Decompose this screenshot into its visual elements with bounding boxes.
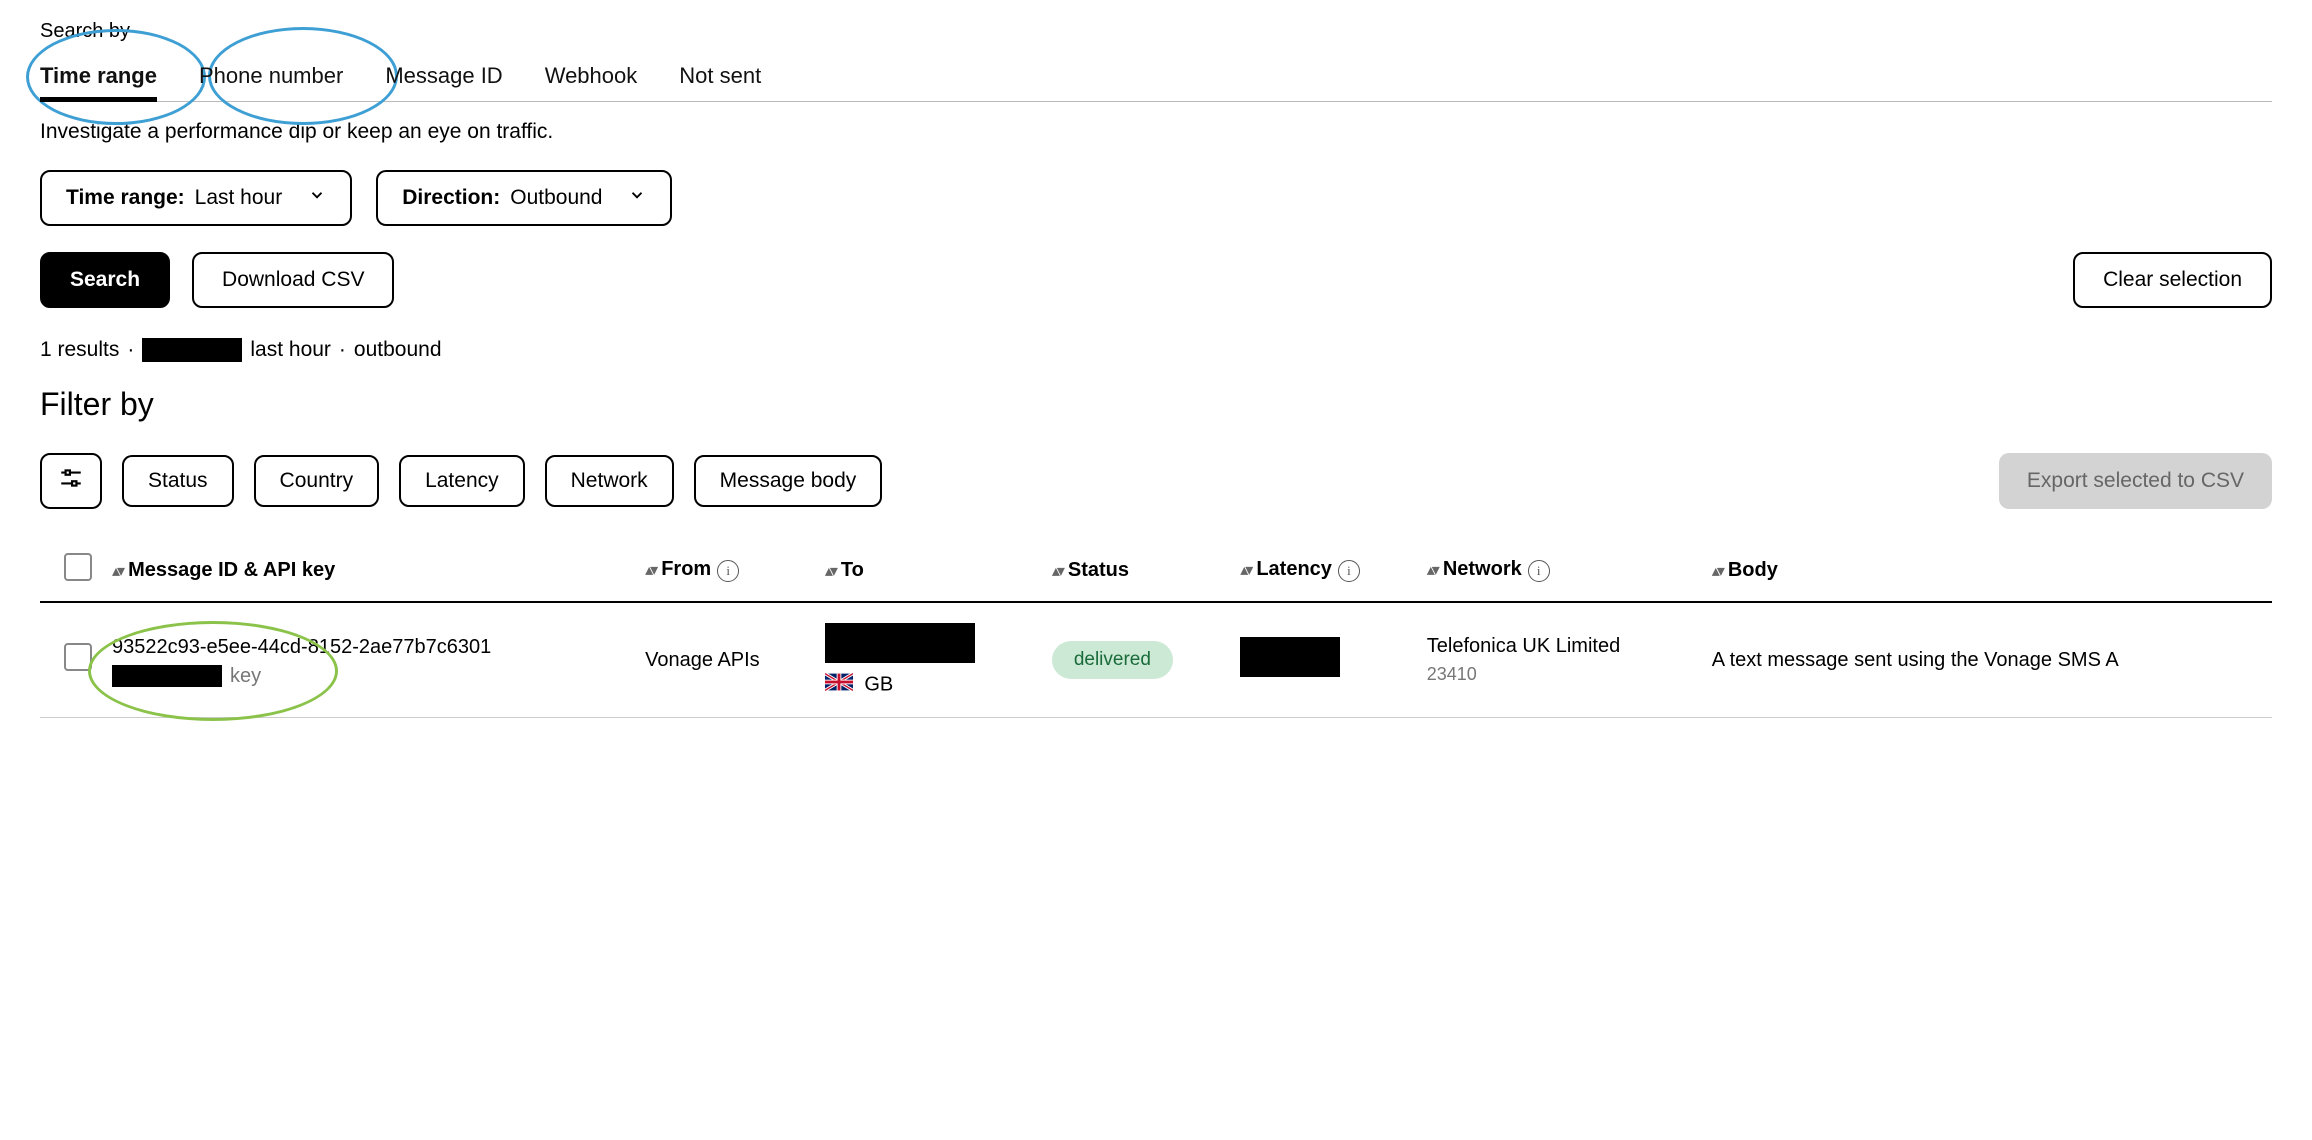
tab-not-sent[interactable]: Not sent xyxy=(679,51,761,101)
results-count: 1 results xyxy=(40,338,119,362)
separator: · xyxy=(339,338,346,362)
tab-message-id[interactable]: Message ID xyxy=(385,51,502,101)
results-summary: 1 results · last hour · outbound xyxy=(40,338,2272,362)
tab-phone-number[interactable]: Phone number xyxy=(199,51,343,101)
col-from[interactable]: ▴▾Fromi xyxy=(635,539,815,602)
message-id-value[interactable]: 93522c93-e5ee-44cd-8152-2ae77b7c6301 xyxy=(112,633,625,661)
redacted-box xyxy=(825,623,975,663)
row-checkbox[interactable] xyxy=(64,643,92,671)
direction-label: Direction: xyxy=(402,186,500,210)
body-value: A text message sent using the Vonage SMS… xyxy=(1702,602,2272,718)
time-range-value: Last hour xyxy=(195,186,283,210)
search-tabs: Time range Phone number Message ID Webho… xyxy=(40,51,2272,102)
clear-selection-button[interactable]: Clear selection xyxy=(2073,252,2272,308)
tab-time-range[interactable]: Time range xyxy=(40,51,157,101)
flag-gb-icon xyxy=(825,673,853,697)
filter-latency[interactable]: Latency xyxy=(399,455,525,507)
col-status[interactable]: ▴▾Status xyxy=(1042,539,1230,602)
from-value: Vonage APIs xyxy=(635,602,815,718)
direction-dropdown[interactable]: Direction: Outbound xyxy=(376,170,672,226)
download-csv-button[interactable]: Download CSV xyxy=(192,252,394,308)
table-row: 93522c93-e5ee-44cd-8152-2ae77b7c6301 key… xyxy=(40,602,2272,718)
export-selected-button[interactable]: Export selected to CSV xyxy=(1999,453,2272,509)
filter-controls: Time range: Last hour Direction: Outboun… xyxy=(40,170,2272,226)
network-value: Telefonica UK Limited xyxy=(1427,633,1692,660)
tab-webhook[interactable]: Webhook xyxy=(545,51,638,101)
filter-status[interactable]: Status xyxy=(122,455,234,507)
select-all-checkbox[interactable] xyxy=(64,553,92,581)
network-code: 23410 xyxy=(1427,662,1692,686)
time-range-label: Time range: xyxy=(66,186,185,210)
filter-network[interactable]: Network xyxy=(545,455,674,507)
chevron-down-icon xyxy=(628,186,646,210)
col-message-id[interactable]: ▴▾Message ID & API key xyxy=(102,539,635,602)
info-icon[interactable]: i xyxy=(717,560,739,582)
results-time: last hour xyxy=(250,338,331,362)
redacted-box xyxy=(1240,637,1340,677)
to-country-value: GB xyxy=(864,673,893,695)
status-badge: delivered xyxy=(1052,641,1173,679)
direction-value: Outbound xyxy=(510,186,602,210)
page-description: Investigate a performance dip or keep an… xyxy=(40,120,2272,144)
chevron-down-icon xyxy=(308,186,326,210)
col-to[interactable]: ▴▾To xyxy=(815,539,1042,602)
info-icon[interactable]: i xyxy=(1338,560,1360,582)
col-network[interactable]: ▴▾Networki xyxy=(1417,539,1702,602)
search-by-label: Search by xyxy=(40,20,2272,43)
separator: · xyxy=(127,338,134,362)
col-body[interactable]: ▴▾Body xyxy=(1702,539,2272,602)
action-row: Search Download CSV Clear selection xyxy=(40,252,2272,308)
filter-settings-button[interactable] xyxy=(40,453,102,509)
info-icon[interactable]: i xyxy=(1528,560,1550,582)
filter-country[interactable]: Country xyxy=(254,455,380,507)
col-latency[interactable]: ▴▾Latencyi xyxy=(1230,539,1417,602)
time-range-dropdown[interactable]: Time range: Last hour xyxy=(40,170,352,226)
redacted-box xyxy=(112,665,222,687)
search-button[interactable]: Search xyxy=(40,252,170,308)
filter-row: Status Country Latency Network Message b… xyxy=(40,453,2272,509)
redacted-box xyxy=(142,338,242,362)
filter-heading: Filter by xyxy=(40,386,2272,423)
results-table: ▴▾Message ID & API key ▴▾Fromi ▴▾To ▴▾St… xyxy=(40,539,2272,718)
results-direction: outbound xyxy=(354,338,442,362)
api-key-suffix: key xyxy=(230,665,261,688)
sliders-icon xyxy=(58,465,84,497)
filter-message-body[interactable]: Message body xyxy=(694,455,883,507)
